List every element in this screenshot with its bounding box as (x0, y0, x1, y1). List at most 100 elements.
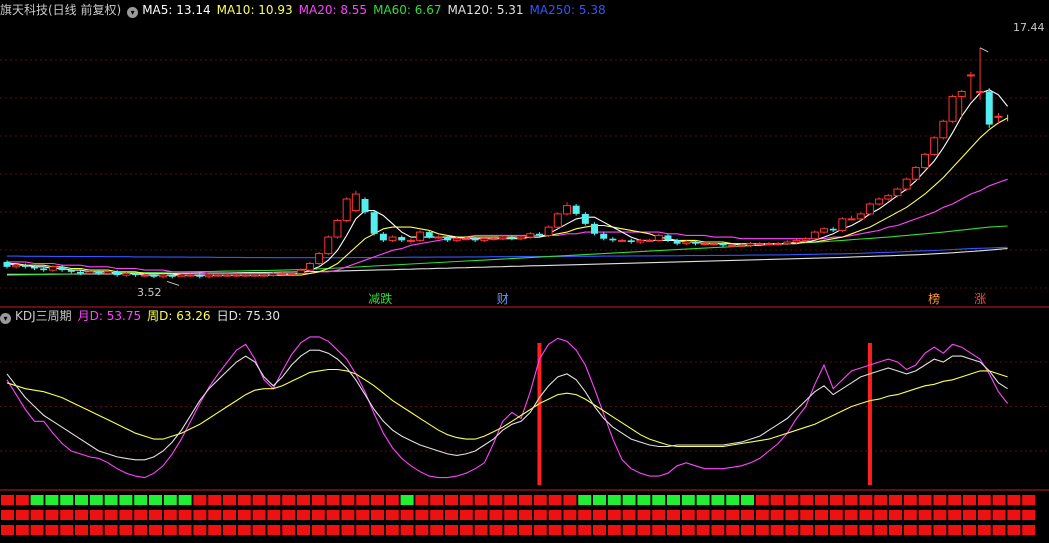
candle-body (241, 274, 250, 277)
dropdown-icon[interactable]: ▾ (127, 7, 139, 18)
event-marker-3: 涨 (974, 291, 986, 306)
candle-body (682, 241, 691, 245)
candle-body (783, 241, 792, 245)
chart-title: 旗天科技(日线 前复权) (0, 3, 122, 17)
signal-cell (208, 525, 222, 535)
signal-cell (430, 510, 444, 520)
main-legend: 旗天科技(日线 前复权) ▾ MA5: 13.14 MA10: 10.93 MA20: … (0, 0, 612, 20)
dropdown-icon[interactable]: ▾ (0, 313, 11, 324)
signal-cell (977, 525, 991, 535)
candle-body (361, 199, 369, 213)
signal-cell (252, 495, 266, 505)
signal-cell (415, 495, 429, 505)
candle-body (370, 212, 378, 234)
candle-body (553, 213, 562, 228)
candle-body (609, 238, 617, 241)
candle-body (462, 238, 470, 241)
signal-cell (504, 495, 518, 505)
candle-body (591, 223, 599, 234)
candle-body (3, 261, 11, 267)
signal-cell (504, 510, 518, 520)
signal-cell (681, 525, 695, 535)
signal-cell (504, 525, 518, 535)
signal-cell (89, 525, 103, 535)
signal-cell (45, 510, 59, 520)
signal-cell (800, 525, 814, 535)
signal-cell (637, 510, 651, 520)
signal-cell (918, 525, 932, 535)
series-line-ma60 (6, 225, 1008, 276)
signal-cell (208, 510, 222, 520)
signal-cell (652, 495, 666, 505)
candle-body (985, 91, 993, 125)
main-grid (0, 59, 1049, 289)
ma60-label: MA60: 6.67 (373, 3, 442, 17)
signal-cell (815, 525, 828, 535)
candle-body (517, 236, 526, 240)
signal-cell (1, 525, 14, 535)
signal-cell (89, 495, 103, 505)
signal-cell (948, 525, 962, 535)
signal-cell (889, 495, 902, 505)
candle-body (930, 137, 939, 155)
candle-body (48, 266, 57, 271)
signal-cell (785, 525, 799, 535)
signal-cell (237, 495, 251, 505)
candle-body (572, 205, 580, 214)
signal-cell (755, 525, 769, 535)
signal-cell (948, 510, 962, 520)
signal-cell (149, 510, 162, 520)
signal-cell (371, 525, 384, 535)
signal-cell (104, 525, 118, 535)
signal-cell (844, 510, 858, 520)
signal-cell (800, 495, 814, 505)
candle-body (85, 271, 94, 274)
candle-body (774, 243, 783, 246)
signal-cell (311, 525, 325, 535)
kdj-plot[interactable] (6, 336, 1009, 485)
signal-cell (844, 495, 858, 505)
price-plot[interactable]: 减跌 财 榜 涨 (3, 47, 1009, 306)
signal-cell (297, 495, 310, 505)
signal-cell (178, 525, 192, 535)
candle-body (132, 273, 140, 276)
candle-body (223, 274, 232, 277)
event-marker-2: 榜 (928, 291, 940, 306)
signal-cell (459, 510, 473, 520)
candle-body (296, 269, 305, 274)
candle-body (902, 178, 911, 190)
signal-cell (711, 525, 725, 535)
signal-cell (119, 495, 133, 505)
signal-cell (445, 510, 458, 520)
signal-cell (60, 525, 74, 535)
signal-cell (119, 510, 133, 520)
signal-cell (652, 510, 666, 520)
candle-body (847, 218, 856, 221)
chart-canvas[interactable]: 减跌 财 榜 涨 17.44 3.52 (0, 0, 1049, 543)
signal-cell (1022, 495, 1036, 505)
ma10-label: MA10: 10.93 (216, 3, 293, 17)
signal-cell (1007, 510, 1021, 520)
signal-cell (578, 510, 592, 520)
signal-cell (563, 495, 577, 505)
candle-body (764, 243, 773, 246)
signal-cell (223, 510, 236, 520)
signal-cell (815, 495, 828, 505)
candle-body (177, 274, 186, 278)
candle-body (398, 237, 406, 241)
signal-cell (474, 510, 488, 520)
signal-cell (1022, 510, 1036, 520)
candle-body (801, 238, 810, 241)
candle-body (76, 271, 84, 274)
signal-cell (622, 510, 636, 520)
candle-body (489, 238, 498, 241)
candle-body (444, 237, 452, 241)
series-line-ma5 (6, 89, 1009, 276)
signal-cell (30, 510, 44, 520)
candle-body (810, 231, 819, 240)
signal-cell (30, 525, 44, 535)
candle-body (865, 203, 874, 215)
low-price-label: 3.52 (137, 286, 162, 299)
candle-body (755, 243, 764, 246)
signal-cell (30, 495, 44, 505)
